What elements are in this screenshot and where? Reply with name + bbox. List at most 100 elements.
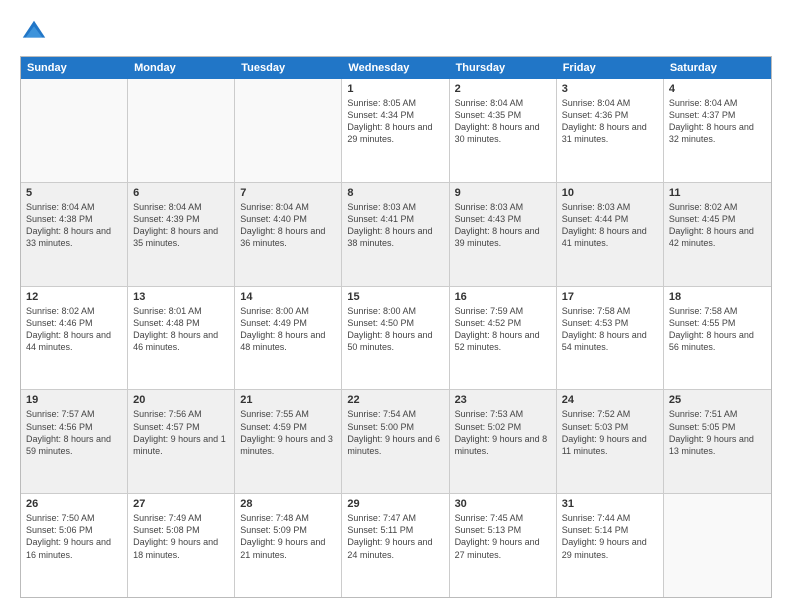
day-number: 6: [133, 187, 229, 199]
logo-icon: [20, 18, 48, 46]
day-number: 1: [347, 83, 443, 95]
day-info: Sunrise: 8:04 AM Sunset: 4:38 PM Dayligh…: [26, 201, 122, 250]
day-info: Sunrise: 7:58 AM Sunset: 4:55 PM Dayligh…: [669, 305, 766, 354]
cal-cell-r2c2: 14 Sunrise: 8:00 AM Sunset: 4:49 PM Dayli…: [235, 287, 342, 390]
day-number: 23: [455, 394, 551, 406]
cal-cell-r1c0: 5 Sunrise: 8:04 AM Sunset: 4:38 PM Daylig…: [21, 183, 128, 286]
day-info: Sunrise: 7:45 AM Sunset: 5:13 PM Dayligh…: [455, 512, 551, 561]
cal-cell-r3c3: 22Sunrise: 7:54 AM Sunset: 5:00 PM Dayli…: [342, 390, 449, 493]
day-info: Sunrise: 8:05 AM Sunset: 4:34 PM Dayligh…: [347, 97, 443, 146]
cal-cell-r1c4: 9 Sunrise: 8:03 AM Sunset: 4:43 PM Daylig…: [450, 183, 557, 286]
cal-cell-r0c3: 1 Sunrise: 8:05 AM Sunset: 4:34 PM Daylig…: [342, 79, 449, 182]
day-number: 27: [133, 498, 229, 510]
day-info: Sunrise: 7:59 AM Sunset: 4:52 PM Dayligh…: [455, 305, 551, 354]
day-info: Sunrise: 7:58 AM Sunset: 4:53 PM Dayligh…: [562, 305, 658, 354]
day-number: 14: [240, 291, 336, 303]
cal-cell-r4c0: 26Sunrise: 7:50 AM Sunset: 5:06 PM Dayli…: [21, 494, 128, 597]
cal-cell-r3c2: 21 Sunrise: 7:55 AM Sunset: 4:59 PM Dayli…: [235, 390, 342, 493]
cal-cell-r0c1: [128, 79, 235, 182]
cal-cell-r4c3: 29Sunrise: 7:47 AM Sunset: 5:11 PM Dayli…: [342, 494, 449, 597]
calendar-header: SundayMondayTuesdayWednesdayThursdayFrid…: [21, 57, 771, 79]
weekday-header-saturday: Saturday: [664, 57, 771, 79]
cal-cell-r2c4: 16 Sunrise: 7:59 AM Sunset: 4:52 PM Dayli…: [450, 287, 557, 390]
day-info: Sunrise: 8:00 AM Sunset: 4:50 PM Dayligh…: [347, 305, 443, 354]
calendar: SundayMondayTuesdayWednesdayThursdayFrid…: [20, 56, 772, 598]
cal-cell-r1c1: 6 Sunrise: 8:04 AM Sunset: 4:39 PM Daylig…: [128, 183, 235, 286]
day-info: Sunrise: 8:04 AM Sunset: 4:36 PM Dayligh…: [562, 97, 658, 146]
day-number: 24: [562, 394, 658, 406]
day-number: 26: [26, 498, 122, 510]
day-info: Sunrise: 8:03 AM Sunset: 4:43 PM Dayligh…: [455, 201, 551, 250]
calendar-row-2: 12 Sunrise: 8:02 AM Sunset: 4:46 PM Dayli…: [21, 287, 771, 391]
cal-cell-r0c0: [21, 79, 128, 182]
day-number: 10: [562, 187, 658, 199]
cal-cell-r3c1: 20 Sunrise: 7:56 AM Sunset: 4:57 PM Dayli…: [128, 390, 235, 493]
day-number: 13: [133, 291, 229, 303]
day-info: Sunrise: 7:48 AM Sunset: 5:09 PM Dayligh…: [240, 512, 336, 561]
page: SundayMondayTuesdayWednesdayThursdayFrid…: [0, 0, 792, 612]
day-number: 9: [455, 187, 551, 199]
weekday-header-wednesday: Wednesday: [342, 57, 449, 79]
day-info: Sunrise: 8:02 AM Sunset: 4:46 PM Dayligh…: [26, 305, 122, 354]
day-number: 7: [240, 187, 336, 199]
day-number: 28: [240, 498, 336, 510]
cal-cell-r4c1: 27Sunrise: 7:49 AM Sunset: 5:08 PM Dayli…: [128, 494, 235, 597]
day-number: 19: [26, 394, 122, 406]
day-number: 30: [455, 498, 551, 510]
weekday-header-monday: Monday: [128, 57, 235, 79]
cal-cell-r4c6: [664, 494, 771, 597]
day-info: Sunrise: 8:00 AM Sunset: 4:49 PM Dayligh…: [240, 305, 336, 354]
day-number: 11: [669, 187, 766, 199]
day-number: 22: [347, 394, 443, 406]
cal-cell-r2c6: 18 Sunrise: 7:58 AM Sunset: 4:55 PM Dayli…: [664, 287, 771, 390]
day-number: 8: [347, 187, 443, 199]
calendar-row-3: 19 Sunrise: 7:57 AM Sunset: 4:56 PM Dayli…: [21, 390, 771, 494]
day-info: Sunrise: 8:04 AM Sunset: 4:39 PM Dayligh…: [133, 201, 229, 250]
day-number: 12: [26, 291, 122, 303]
day-number: 18: [669, 291, 766, 303]
day-info: Sunrise: 7:44 AM Sunset: 5:14 PM Dayligh…: [562, 512, 658, 561]
day-number: 21: [240, 394, 336, 406]
day-number: 5: [26, 187, 122, 199]
cal-cell-r0c5: 3Sunrise: 8:04 AM Sunset: 4:36 PM Daylig…: [557, 79, 664, 182]
day-number: 2: [455, 83, 551, 95]
logo: [20, 18, 52, 46]
day-number: 15: [347, 291, 443, 303]
cal-cell-r1c5: 10 Sunrise: 8:03 AM Sunset: 4:44 PM Dayli…: [557, 183, 664, 286]
cal-cell-r1c3: 8 Sunrise: 8:03 AM Sunset: 4:41 PM Daylig…: [342, 183, 449, 286]
weekday-header-sunday: Sunday: [21, 57, 128, 79]
cal-cell-r3c4: 23Sunrise: 7:53 AM Sunset: 5:02 PM Dayli…: [450, 390, 557, 493]
cal-cell-r1c6: 11Sunrise: 8:02 AM Sunset: 4:45 PM Dayli…: [664, 183, 771, 286]
cal-cell-r3c5: 24Sunrise: 7:52 AM Sunset: 5:03 PM Dayli…: [557, 390, 664, 493]
calendar-row-0: 1 Sunrise: 8:05 AM Sunset: 4:34 PM Daylig…: [21, 79, 771, 183]
day-number: 4: [669, 83, 766, 95]
day-number: 16: [455, 291, 551, 303]
cal-cell-r2c5: 17Sunrise: 7:58 AM Sunset: 4:53 PM Dayli…: [557, 287, 664, 390]
cal-cell-r4c5: 31Sunrise: 7:44 AM Sunset: 5:14 PM Dayli…: [557, 494, 664, 597]
weekday-header-thursday: Thursday: [450, 57, 557, 79]
day-info: Sunrise: 8:04 AM Sunset: 4:37 PM Dayligh…: [669, 97, 766, 146]
cal-cell-r3c6: 25 Sunrise: 7:51 AM Sunset: 5:05 PM Dayli…: [664, 390, 771, 493]
day-info: Sunrise: 7:57 AM Sunset: 4:56 PM Dayligh…: [26, 408, 122, 457]
cal-cell-r0c6: 4 Sunrise: 8:04 AM Sunset: 4:37 PM Daylig…: [664, 79, 771, 182]
day-number: 29: [347, 498, 443, 510]
day-info: Sunrise: 8:04 AM Sunset: 4:40 PM Dayligh…: [240, 201, 336, 250]
cal-cell-r2c0: 12 Sunrise: 8:02 AM Sunset: 4:46 PM Dayli…: [21, 287, 128, 390]
day-info: Sunrise: 7:56 AM Sunset: 4:57 PM Dayligh…: [133, 408, 229, 457]
day-info: Sunrise: 8:03 AM Sunset: 4:44 PM Dayligh…: [562, 201, 658, 250]
day-number: 20: [133, 394, 229, 406]
weekday-header-friday: Friday: [557, 57, 664, 79]
day-number: 25: [669, 394, 766, 406]
day-info: Sunrise: 8:03 AM Sunset: 4:41 PM Dayligh…: [347, 201, 443, 250]
calendar-body: 1 Sunrise: 8:05 AM Sunset: 4:34 PM Daylig…: [21, 79, 771, 597]
cal-cell-r0c2: [235, 79, 342, 182]
header: [20, 18, 772, 46]
cal-cell-r2c1: 13Sunrise: 8:01 AM Sunset: 4:48 PM Dayli…: [128, 287, 235, 390]
calendar-row-1: 5 Sunrise: 8:04 AM Sunset: 4:38 PM Daylig…: [21, 183, 771, 287]
calendar-row-4: 26Sunrise: 7:50 AM Sunset: 5:06 PM Dayli…: [21, 494, 771, 597]
day-info: Sunrise: 7:55 AM Sunset: 4:59 PM Dayligh…: [240, 408, 336, 457]
cal-cell-r3c0: 19 Sunrise: 7:57 AM Sunset: 4:56 PM Dayli…: [21, 390, 128, 493]
day-info: Sunrise: 7:51 AM Sunset: 5:05 PM Dayligh…: [669, 408, 766, 457]
day-info: Sunrise: 8:04 AM Sunset: 4:35 PM Dayligh…: [455, 97, 551, 146]
cal-cell-r4c4: 30 Sunrise: 7:45 AM Sunset: 5:13 PM Dayli…: [450, 494, 557, 597]
